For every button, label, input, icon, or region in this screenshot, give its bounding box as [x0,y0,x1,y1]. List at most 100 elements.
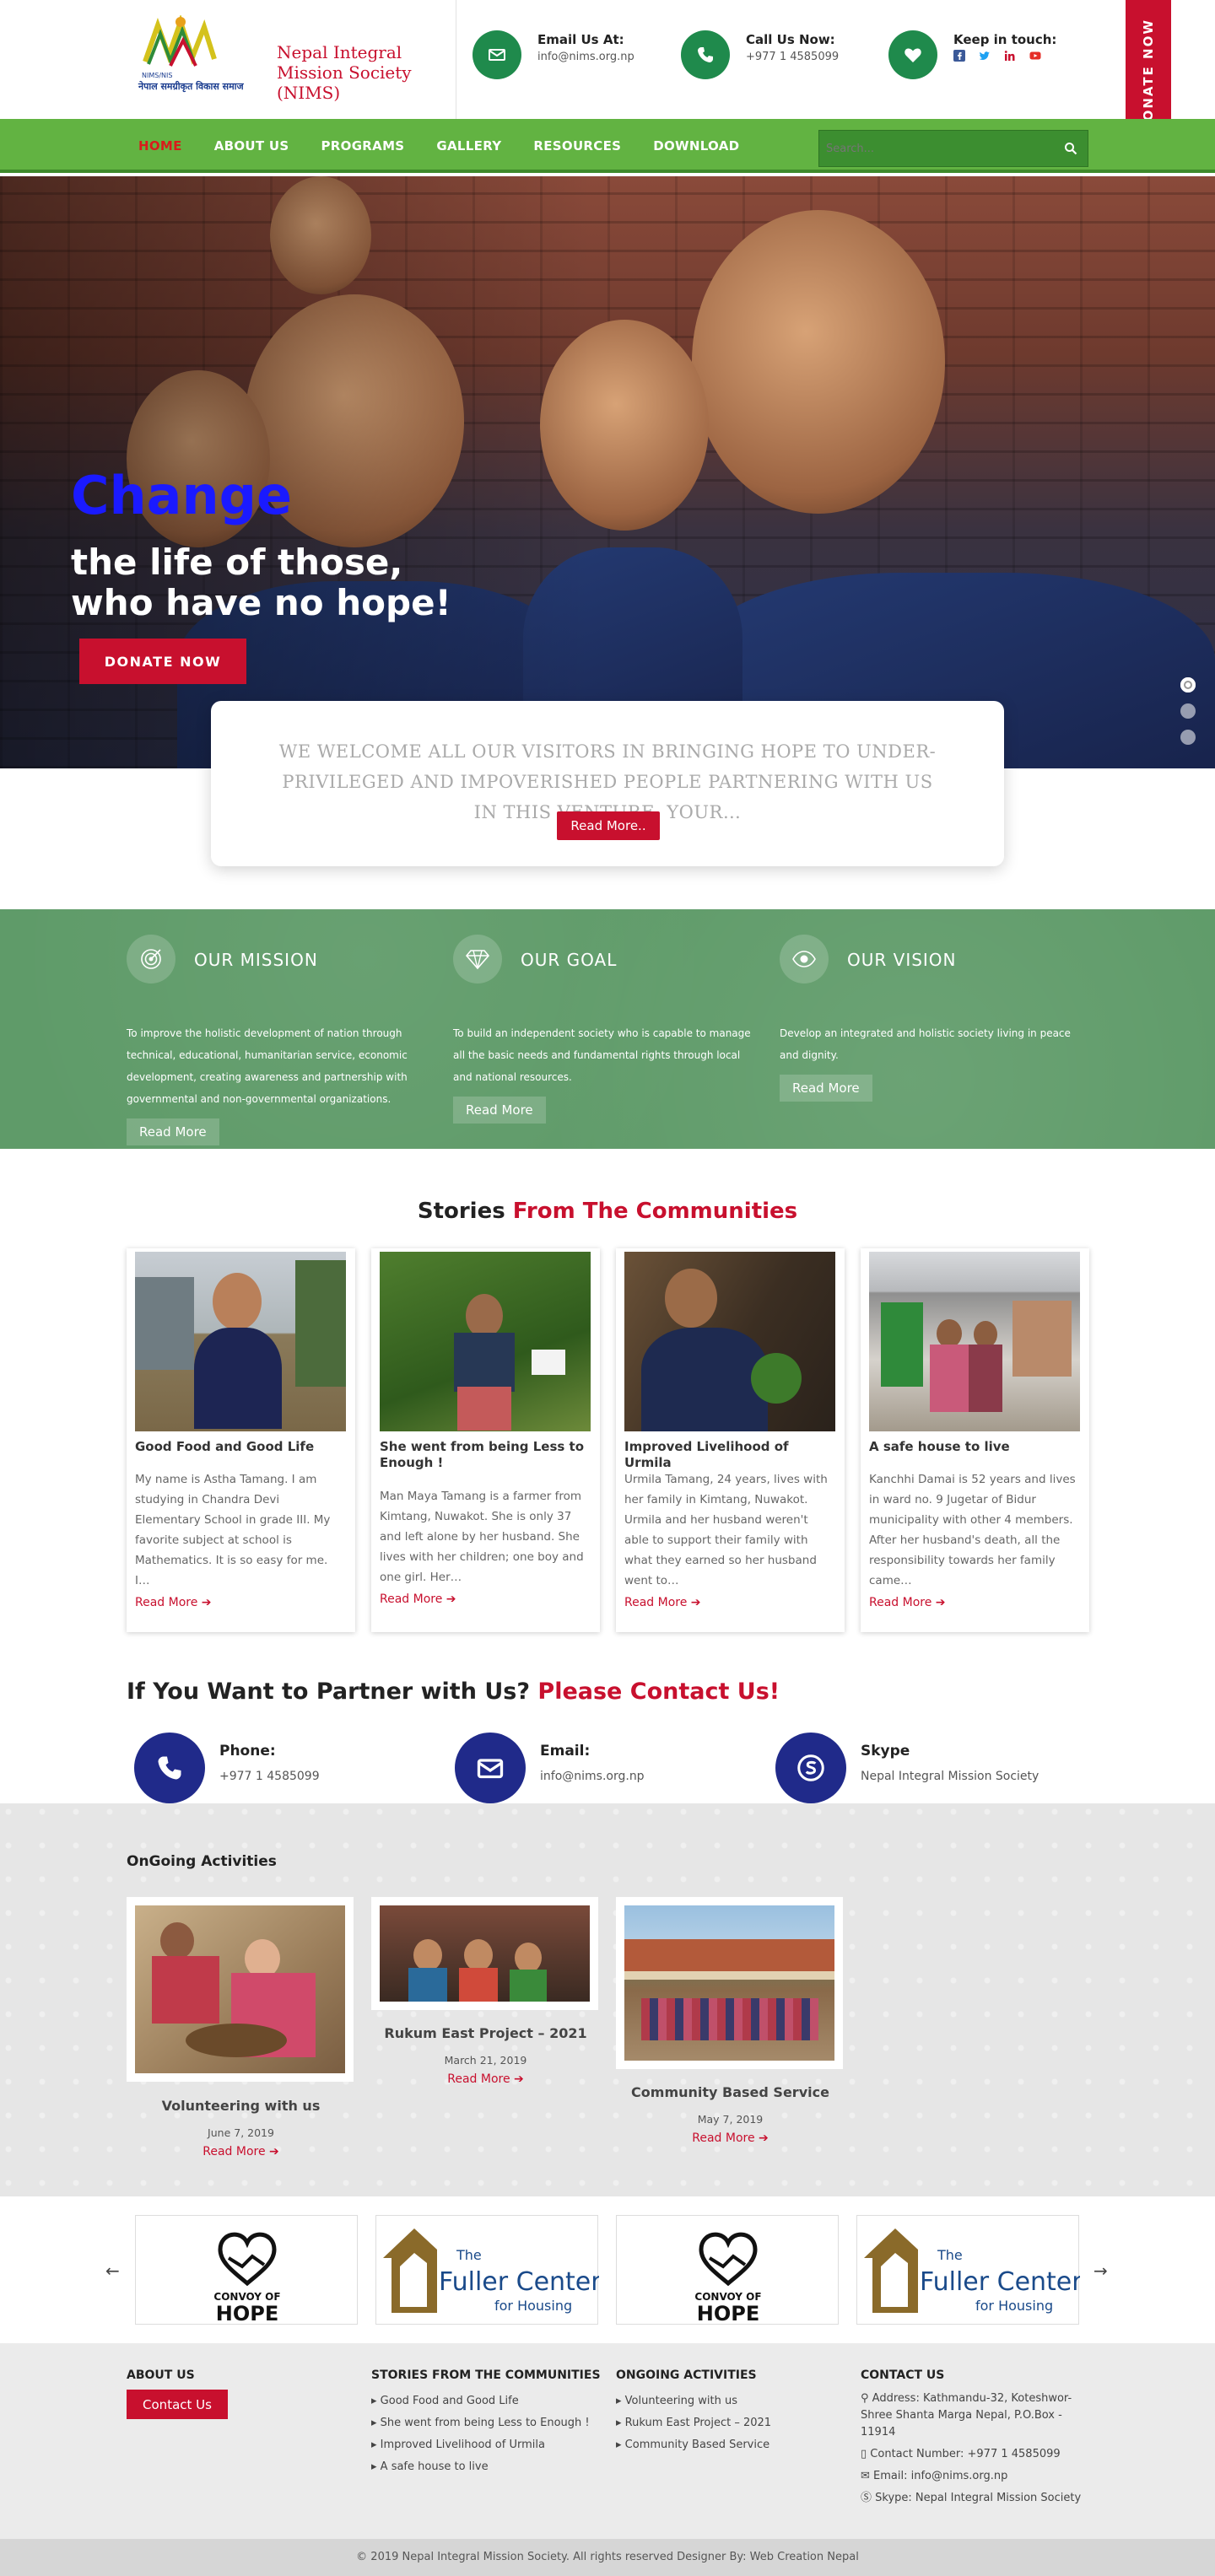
hero-donate-button[interactable]: DONATE NOW [79,639,246,684]
fuller-name: Fuller Center [439,2267,599,2297]
nav-item-download[interactable]: DOWNLOAD [653,138,739,154]
phone-icon [681,30,730,79]
goal-read-more-button[interactable]: Read More [453,1097,546,1124]
target-icon [127,935,176,984]
story-title[interactable]: Improved Livelihood of Urmila [624,1439,835,1471]
footer-activity-link[interactable]: ▸ Community Based Service [616,2434,771,2456]
search-input[interactable] [826,137,1045,159]
footer-activity-link[interactable]: ▸ Rukum East Project – 2021 [616,2412,771,2434]
story-image[interactable] [135,1252,346,1431]
partner-email-value[interactable]: info@nims.org.np [540,1770,645,1783]
search-icon[interactable] [1064,142,1077,155]
hero-figure [692,210,945,514]
fuller-center-logo[interactable]: The Fuller Center for Housing [375,2215,602,2325]
activity-title[interactable]: Volunteering with us [127,2098,355,2114]
touch-title: Keep in touch: [953,32,1057,47]
fuller-center-logo[interactable]: The Fuller Center for Housing [856,2215,1083,2325]
partner-phone[interactable]: Phone: +977 1 4585099 [127,1733,380,1803]
hero-sub-line2: who have no hope! [71,582,451,623]
story-read-more-link[interactable]: Read More ➔ [869,1596,946,1609]
nav-item-gallery[interactable]: GALLERY [436,138,501,154]
ongoing-title: OnGoing Activities [127,1853,277,1870]
footer-about-title: ABOUT US [127,2369,195,2382]
fuller-name: Fuller Center [920,2267,1080,2297]
footer-address: ⚲ Address: Kathmandu-32, Koteshwor- [861,2390,1081,2407]
footer-story-link[interactable]: ▸ Good Food and Good Life [371,2390,590,2412]
call-value[interactable]: +977 1 4585099 [746,51,839,63]
facebook-icon[interactable] [953,49,965,62]
partner-skype[interactable]: Skype Nepal Integral Mission Society [768,1733,1039,1803]
email-contact[interactable]: Email Us At: info@nims.org.np [472,30,667,84]
nav-item-about-us[interactable]: ABOUT US [214,138,289,154]
footer-story-link[interactable]: ▸ A safe house to live [371,2456,590,2478]
carousel-next-arrow[interactable]: → [1094,2261,1108,2281]
nav-item-programs[interactable]: PROGRAMS [321,138,405,154]
vision-read-more-button[interactable]: Read More [780,1075,872,1102]
partner-phone-value[interactable]: +977 1 4585099 [219,1770,320,1783]
activity-title[interactable]: Community Based Service [616,2084,845,2100]
partner-email[interactable]: Email: info@nims.org.np [447,1733,700,1803]
youtube-icon[interactable] [1029,49,1041,61]
partner-title-black: If You Want to Partner with Us? [127,1679,530,1705]
story-card[interactable]: A safe house to live Kanchhi Damai is 52… [861,1248,1089,1632]
story-read-more-link[interactable]: Read More ➔ [380,1592,456,1606]
twitter-icon[interactable] [979,49,991,61]
story-card[interactable]: She went from being Less to Enough ! Man… [371,1248,600,1632]
activity-title[interactable]: Rukum East Project – 2021 [371,2025,600,2041]
story-excerpt: Man Maya Tamang is a farmer from Kimtang… [380,1490,584,1584]
partner-skype-value[interactable]: Nepal Integral Mission Society [861,1770,1039,1783]
email-value[interactable]: info@nims.org.np [537,51,634,63]
hero-headline: Change [71,465,293,526]
story-image[interactable] [624,1252,835,1431]
nims-logo[interactable]: NIMS/NIS नेपाल समग्रीकृत विकास समाज [137,13,263,93]
story-card[interactable]: Good Food and Good Life My name is Astha… [127,1248,355,1632]
footer-skype[interactable]: Ⓢ Skype: Nepal Integral Mission Society [861,2490,1081,2507]
activity-image[interactable] [371,1897,598,2010]
slider-dot-2[interactable] [1180,703,1196,719]
call-contact[interactable]: Call Us Now: +977 1 4585099 [681,30,875,84]
mission-read-more-button[interactable]: Read More [127,1118,219,1145]
envelope-icon [455,1733,526,1803]
convoy-of-hope-logo[interactable]: CONVOY OF HOPE [135,2215,358,2325]
footer-contact-button[interactable]: Contact Us [127,2390,228,2419]
keep-in-touch: Keep in touch: [888,30,1108,84]
vision-title: OUR VISION [847,950,957,970]
welcome-read-more-button[interactable]: Read More.. [557,811,660,840]
footer-contact-title: CONTACT US [861,2369,945,2382]
activity-read-more-link[interactable]: Read More ➔ [616,2131,845,2145]
nav-item-home[interactable]: HOME [138,138,182,154]
activity-read-more-link[interactable]: Read More ➔ [127,2145,355,2158]
address-line3: 11914 [861,2426,896,2439]
footer-contact-number[interactable]: ▯ Contact Number: +977 1 4585099 [861,2446,1081,2463]
activity-image[interactable] [127,1897,354,2082]
story-read-more-link[interactable]: Read More ➔ [624,1596,701,1609]
story-title[interactable]: Good Food and Good Life [135,1439,346,1455]
story-read-more-link[interactable]: Read More ➔ [135,1596,212,1609]
footer-story-link[interactable]: ▸ Improved Livelihood of Urmila [371,2434,590,2456]
activity-date: May 7, 2019 [697,2113,764,2126]
arrow-circle-icon: ➔ [514,2072,524,2086]
carousel-prev-arrow[interactable]: ← [105,2261,120,2281]
nav-item-resources[interactable]: RESOURCES [533,138,621,154]
slider-dot-3[interactable] [1180,730,1196,745]
org-name[interactable]: Nepal Integral Mission Society (NIMS) [277,42,454,103]
activity-image[interactable] [616,1897,843,2069]
convoy-line2: HOPE [697,2302,759,2325]
footer-story-label: A safe house to live [380,2460,489,2473]
story-title[interactable]: A safe house to live [869,1439,1080,1455]
read-more-label: Read More [692,2131,755,2145]
footer-email[interactable]: ✉ Email: info@nims.org.np [861,2468,1081,2485]
linkedin-icon[interactable] [1004,49,1016,61]
story-title[interactable]: She went from being Less to Enough ! [380,1439,591,1471]
convoy-of-hope-logo[interactable]: CONVOY OF HOPE [616,2215,839,2325]
slider-dot-1[interactable] [1180,677,1196,693]
read-more-label: Read More [624,1596,688,1609]
footer-activity-link[interactable]: ▸ Volunteering with us [616,2390,771,2412]
story-card[interactable]: Improved Livelihood of Urmila Urmila Tam… [616,1248,845,1632]
story-image[interactable] [380,1252,591,1431]
footer-story-link[interactable]: ▸ She went from being Less to Enough ! [371,2412,590,2434]
stories-title-black: Stories [417,1199,505,1224]
footer-stories-list: ▸ Good Food and Good Life ▸ She went fro… [371,2390,590,2478]
activity-read-more-link[interactable]: Read More ➔ [371,2072,600,2086]
story-image[interactable] [869,1252,1080,1431]
